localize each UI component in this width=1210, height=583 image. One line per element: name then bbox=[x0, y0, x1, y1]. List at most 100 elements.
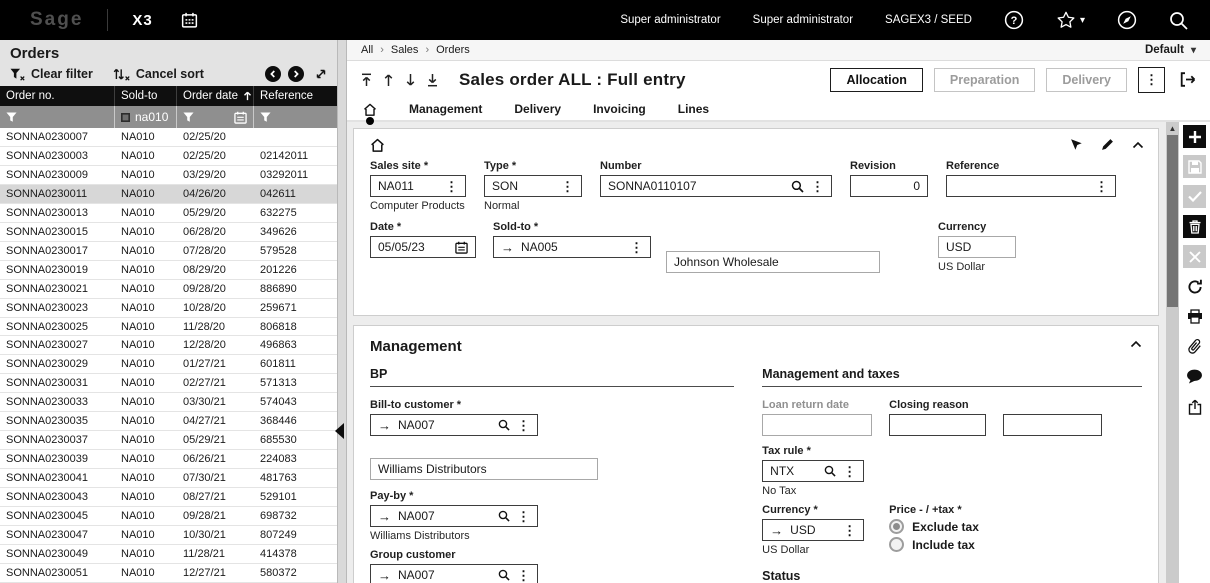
sold-to-input[interactable]: → NA005 ⋮ bbox=[493, 236, 651, 258]
confirm-button[interactable] bbox=[1183, 185, 1206, 208]
jump-to-record-icon[interactable]: → bbox=[770, 524, 783, 537]
lookup-search-icon[interactable] bbox=[498, 569, 510, 581]
scrollbar-thumb[interactable] bbox=[1167, 135, 1178, 307]
jump-to-record-icon[interactable]: → bbox=[378, 510, 391, 523]
column-header-sold-to[interactable]: Sold-to bbox=[115, 86, 177, 106]
next-record-icon[interactable] bbox=[405, 73, 416, 87]
navigation-compass-icon[interactable] bbox=[1117, 10, 1137, 30]
table-row[interactable]: SONNA0230023 NA010 10/28/20 259671 bbox=[0, 299, 337, 318]
table-row[interactable]: SONNA0230041 NA010 07/30/21 481763 bbox=[0, 469, 337, 488]
number-input[interactable]: SONNA0110107 ⋮ bbox=[600, 175, 832, 197]
breadcrumb-sales[interactable]: Sales bbox=[391, 44, 419, 56]
new-record-button[interactable] bbox=[1183, 125, 1206, 148]
type-input[interactable]: SON ⋮ bbox=[484, 175, 582, 197]
previous-record-button[interactable] bbox=[265, 66, 281, 82]
table-row[interactable]: SONNA0230019 NA010 08/29/20 201226 bbox=[0, 261, 337, 280]
tax-rule-input[interactable]: NTX ⋮ bbox=[762, 460, 864, 482]
favorites-caret-icon[interactable]: ▾ bbox=[1080, 15, 1085, 26]
pin-section-icon[interactable] bbox=[1070, 138, 1083, 151]
comments-button[interactable] bbox=[1183, 365, 1206, 388]
filter-sold-to[interactable]: na010 bbox=[115, 106, 177, 128]
lookup-search-icon[interactable] bbox=[791, 180, 804, 193]
save-button[interactable] bbox=[1183, 155, 1206, 178]
table-row[interactable]: SONNA0230027 NA010 12/28/20 496863 bbox=[0, 336, 337, 355]
column-header-reference[interactable]: Reference bbox=[254, 86, 337, 106]
table-row[interactable]: SONNA0230017 NA010 07/28/20 579528 bbox=[0, 242, 337, 261]
collapse-section-icon[interactable] bbox=[1130, 340, 1142, 348]
lookup-search-icon[interactable] bbox=[498, 419, 510, 431]
jump-to-record-icon[interactable]: → bbox=[378, 419, 391, 432]
help-icon[interactable]: ? bbox=[1004, 10, 1024, 30]
allocation-button[interactable]: Allocation bbox=[830, 68, 922, 92]
reference-input[interactable]: ⋮ bbox=[946, 175, 1116, 197]
lookup-menu-icon[interactable]: ⋮ bbox=[843, 465, 856, 478]
currency-input[interactable]: USD bbox=[938, 236, 1016, 258]
tab-lines[interactable]: Lines bbox=[678, 102, 709, 116]
table-row[interactable]: SONNA0230039 NA010 06/26/21 224083 bbox=[0, 450, 337, 469]
loan-return-date-input[interactable] bbox=[762, 414, 872, 436]
delete-button[interactable] bbox=[1183, 215, 1206, 238]
user-menu-2[interactable]: Super administrator bbox=[753, 14, 853, 26]
table-row[interactable]: SONNA0230047 NA010 10/30/21 807249 bbox=[0, 526, 337, 545]
lookup-menu-icon[interactable]: ⋮ bbox=[445, 180, 458, 193]
cancel-sort-button[interactable]: Cancel sort bbox=[113, 67, 204, 81]
tab-invoicing[interactable]: Invoicing bbox=[593, 102, 646, 116]
previous-record-icon[interactable] bbox=[383, 73, 394, 87]
table-row[interactable]: SONNA0230021 NA010 09/28/20 886890 bbox=[0, 280, 337, 299]
jump-to-record-icon[interactable]: → bbox=[501, 241, 514, 254]
table-row[interactable]: SONNA0230033 NA010 03/30/21 574043 bbox=[0, 393, 337, 412]
scroll-up-arrow[interactable]: ▲ bbox=[1166, 122, 1179, 135]
filter-order-no[interactable] bbox=[0, 106, 115, 128]
clear-filter-button[interactable]: Clear filter bbox=[10, 67, 93, 81]
endpoint-selector[interactable]: SAGEX3 / SEED bbox=[885, 14, 972, 26]
print-button[interactable] bbox=[1183, 305, 1206, 328]
table-row[interactable]: SONNA0230015 NA010 06/28/20 349626 bbox=[0, 223, 337, 242]
breadcrumb-all[interactable]: All bbox=[361, 44, 373, 56]
table-row[interactable]: SONNA0230003 NA010 02/25/20 02142011 bbox=[0, 147, 337, 166]
pay-by-input[interactable]: → NA007 ⋮ bbox=[370, 505, 538, 527]
lookup-menu-icon[interactable]: ⋮ bbox=[517, 569, 530, 582]
expand-panel-icon[interactable] bbox=[315, 68, 327, 80]
lookup-menu-icon[interactable]: ⋮ bbox=[630, 241, 643, 254]
lookup-menu-icon[interactable]: ⋮ bbox=[811, 180, 824, 193]
lookup-menu-icon[interactable]: ⋮ bbox=[843, 524, 856, 537]
lookup-menu-icon[interactable]: ⋮ bbox=[561, 180, 574, 193]
table-row[interactable]: SONNA0230025 NA010 11/28/20 806818 bbox=[0, 318, 337, 337]
closing-reason-description-input[interactable] bbox=[1003, 414, 1102, 436]
table-row[interactable]: SONNA0230049 NA010 11/28/21 414378 bbox=[0, 545, 337, 564]
view-selector[interactable]: Default ▾ bbox=[1145, 44, 1196, 56]
column-header-order-no[interactable]: Order no. bbox=[0, 86, 115, 106]
attachments-button[interactable] bbox=[1183, 335, 1206, 358]
next-record-button[interactable] bbox=[288, 66, 304, 82]
lookup-search-icon[interactable] bbox=[824, 465, 836, 477]
lookup-menu-icon[interactable]: ⋮ bbox=[1095, 180, 1108, 193]
lookup-search-icon[interactable] bbox=[498, 510, 510, 522]
panel-resize-divider[interactable] bbox=[337, 40, 347, 583]
cancel-button[interactable] bbox=[1183, 245, 1206, 268]
bill-to-name-input[interactable]: Williams Distributors bbox=[370, 458, 598, 480]
delivery-button[interactable]: Delivery bbox=[1046, 68, 1127, 92]
tab-home[interactable] bbox=[363, 98, 377, 120]
calendar-icon[interactable] bbox=[181, 12, 198, 28]
bill-to-customer-input[interactable]: → NA007 ⋮ bbox=[370, 414, 538, 436]
first-record-icon[interactable] bbox=[361, 73, 372, 87]
lookup-menu-icon[interactable]: ⋮ bbox=[517, 510, 530, 523]
date-calendar-icon[interactable] bbox=[455, 241, 468, 254]
preparation-button[interactable]: Preparation bbox=[934, 68, 1035, 92]
jump-to-record-icon[interactable]: → bbox=[378, 569, 391, 582]
tax-currency-input[interactable]: → USD ⋮ bbox=[762, 519, 864, 541]
search-icon[interactable] bbox=[1169, 11, 1188, 30]
more-actions-button[interactable]: ⋮ bbox=[1138, 67, 1165, 93]
section-anchor-home-icon[interactable] bbox=[370, 134, 1142, 160]
exclude-tax-radio[interactable]: Exclude tax bbox=[889, 519, 979, 534]
date-picker-icon[interactable] bbox=[234, 111, 247, 124]
include-tax-radio[interactable]: Include tax bbox=[889, 537, 979, 552]
table-row[interactable]: SONNA0230035 NA010 04/27/21 368446 bbox=[0, 412, 337, 431]
sales-site-input[interactable]: NA011 ⋮ bbox=[370, 175, 466, 197]
edit-section-icon[interactable] bbox=[1101, 138, 1114, 151]
tab-delivery[interactable]: Delivery bbox=[514, 102, 561, 116]
user-menu-1[interactable]: Super administrator bbox=[620, 14, 720, 26]
group-customer-input[interactable]: → NA007 ⋮ bbox=[370, 564, 538, 583]
refresh-button[interactable] bbox=[1183, 275, 1206, 298]
lookup-menu-icon[interactable]: ⋮ bbox=[517, 419, 530, 432]
